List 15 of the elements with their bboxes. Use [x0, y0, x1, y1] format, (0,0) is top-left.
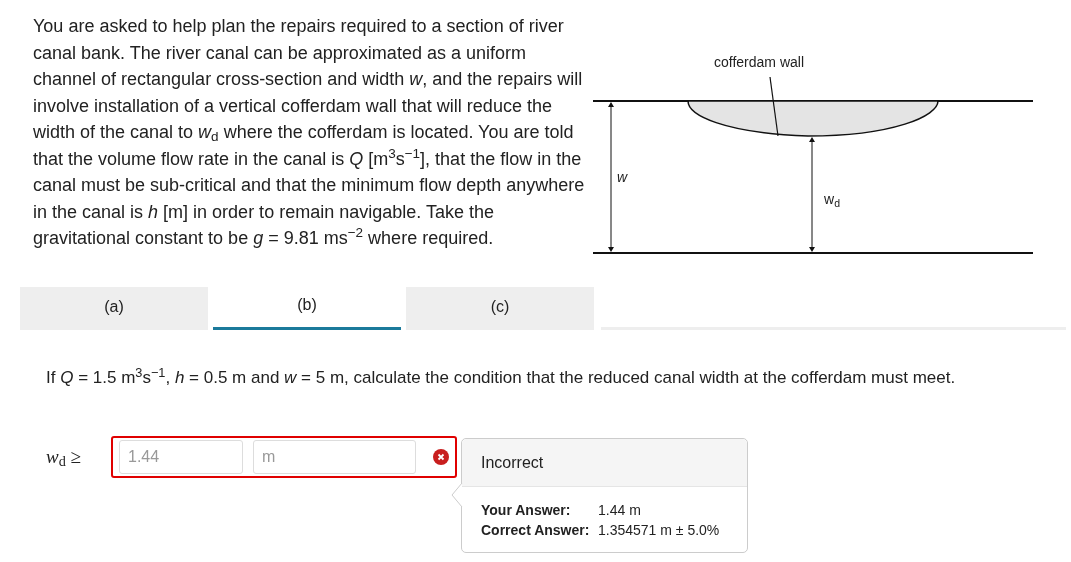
feedback-value: 1.44 m [598, 501, 641, 520]
diagram-label: w [617, 168, 628, 186]
feedback-title: Incorrect [481, 452, 544, 473]
question-text: If Q = 1.5 m$^{3}$s$^{−1}$, h = 0.5 m and w = 5 m, calculate the condition that the reduced canal width at the cofferdam must meet. [46, 364, 957, 389]
answer-label: w$_{d}$ ≥ [46, 444, 82, 472]
problem-text: You are asked to help plan the repairs required to a section of river canal bank. The river canal can be approximated as a uniform channel of rectangular cross-section and width w, and the repairs will involve installation of a vertical cofferdam wall that will reduce the width of the canal to w$_{d}$ where the cofferdam is located. You are told that the volume flow rate in the canal is Q [m$^{3}$s$^{−1}$], that the flow in the canal must be sub-critical and that the minimum flow depth anywhere in the canal is h [m] in order to remain navigable. Take the gravitational constant to be g = 9.81 ms$^{−2}$ where required. [33, 15, 586, 250]
feedback-value: 1.354571 m ± 5.0% [598, 521, 720, 540]
feedback-label: Correct Answer: [481, 521, 591, 540]
feedback-label: Your Answer: [481, 501, 572, 520]
error-icon [433, 449, 449, 465]
diagram-label: cofferdam wall [714, 53, 804, 71]
leader-line [769, 76, 779, 137]
tab[interactable]: (c) [406, 287, 594, 330]
tab[interactable]: (a) [20, 287, 208, 330]
diagram-label: w$_{d}$ [824, 190, 840, 208]
